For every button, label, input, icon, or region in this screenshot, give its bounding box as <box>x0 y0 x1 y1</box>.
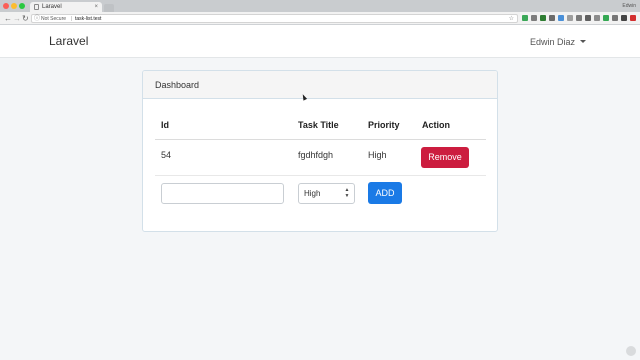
column-header-id: Id <box>161 120 169 130</box>
user-name: Edwin Diaz <box>529 37 575 47</box>
extension-icon[interactable] <box>567 15 573 21</box>
task-title-input[interactable] <box>161 183 284 204</box>
extension-icon[interactable] <box>594 15 600 21</box>
window-minimize-icon[interactable] <box>11 3 17 9</box>
browser-profile-name[interactable]: Edwin <box>622 2 636 10</box>
browser-tab-bar: Laravel × Edwin <box>0 0 640 12</box>
dashboard-panel: Dashboard Id Task Title Priority Action … <box>142 70 498 232</box>
task-priority-cell: High <box>368 150 387 160</box>
table-header-divider <box>155 139 486 140</box>
info-icon[interactable]: ⓘ <box>34 15 40 23</box>
remove-task-button[interactable]: Remove <box>421 147 469 168</box>
page-favicon-icon <box>34 4 39 10</box>
watermark-icon <box>626 346 636 356</box>
extension-icon[interactable] <box>603 15 609 21</box>
task-title-cell: fgdhfdgh <box>298 150 334 160</box>
url-divider: | <box>71 16 73 22</box>
window-zoom-icon[interactable] <box>19 3 25 9</box>
extension-icon[interactable] <box>585 15 591 21</box>
browser-toolbar: ← → ↻ ⓘ Not Secure | task-list.test ☆ <box>0 12 640 25</box>
url-text[interactable]: task-list.test <box>75 15 101 23</box>
select-arrows-icon: ▲ ▼ <box>344 187 350 199</box>
task-id-cell: 54 <box>161 150 172 160</box>
priority-selected-value: High <box>304 189 321 198</box>
star-icon[interactable]: ☆ <box>509 15 514 23</box>
add-task-button[interactable]: ADD <box>368 182 402 204</box>
extension-icon[interactable] <box>549 15 555 21</box>
arrow-right-icon[interactable]: → <box>13 13 21 24</box>
extension-icon[interactable] <box>630 15 636 21</box>
window-close-icon[interactable] <box>3 3 9 9</box>
column-header-action: Action <box>422 120 450 130</box>
extension-icon[interactable] <box>612 15 618 21</box>
arrow-left-icon[interactable]: ← <box>4 13 12 24</box>
tab-close-icon[interactable]: × <box>94 3 98 11</box>
extension-icon[interactable] <box>558 15 564 21</box>
panel-title: Dashboard <box>155 80 200 90</box>
extension-icon[interactable] <box>540 15 546 21</box>
tab-title: Laravel <box>42 4 62 10</box>
column-header-task-title: Task Title <box>298 120 339 130</box>
new-tab-button[interactable] <box>104 4 114 12</box>
column-header-priority: Priority <box>368 120 400 130</box>
extension-icon[interactable] <box>531 15 537 21</box>
priority-select[interactable]: High ▲ ▼ <box>298 183 355 204</box>
user-menu-toggle[interactable]: Edwin Diaz <box>530 36 586 48</box>
extension-icon[interactable] <box>522 15 528 21</box>
address-bar[interactable]: ⓘ Not Secure | task-list.test ☆ <box>31 14 518 23</box>
security-indicator: Not Secure <box>41 16 67 22</box>
reload-icon[interactable]: ↻ <box>22 13 29 24</box>
extension-icon[interactable] <box>576 15 582 21</box>
app-navbar: Laravel Edwin Diaz <box>0 25 640 58</box>
table-row-divider <box>155 175 486 176</box>
panel-heading: Dashboard <box>143 71 497 99</box>
browser-tab[interactable]: Laravel × <box>30 2 102 12</box>
brand-link[interactable]: Laravel <box>49 34 88 48</box>
caret-down-icon <box>580 40 586 43</box>
extension-icon[interactable] <box>621 15 627 21</box>
